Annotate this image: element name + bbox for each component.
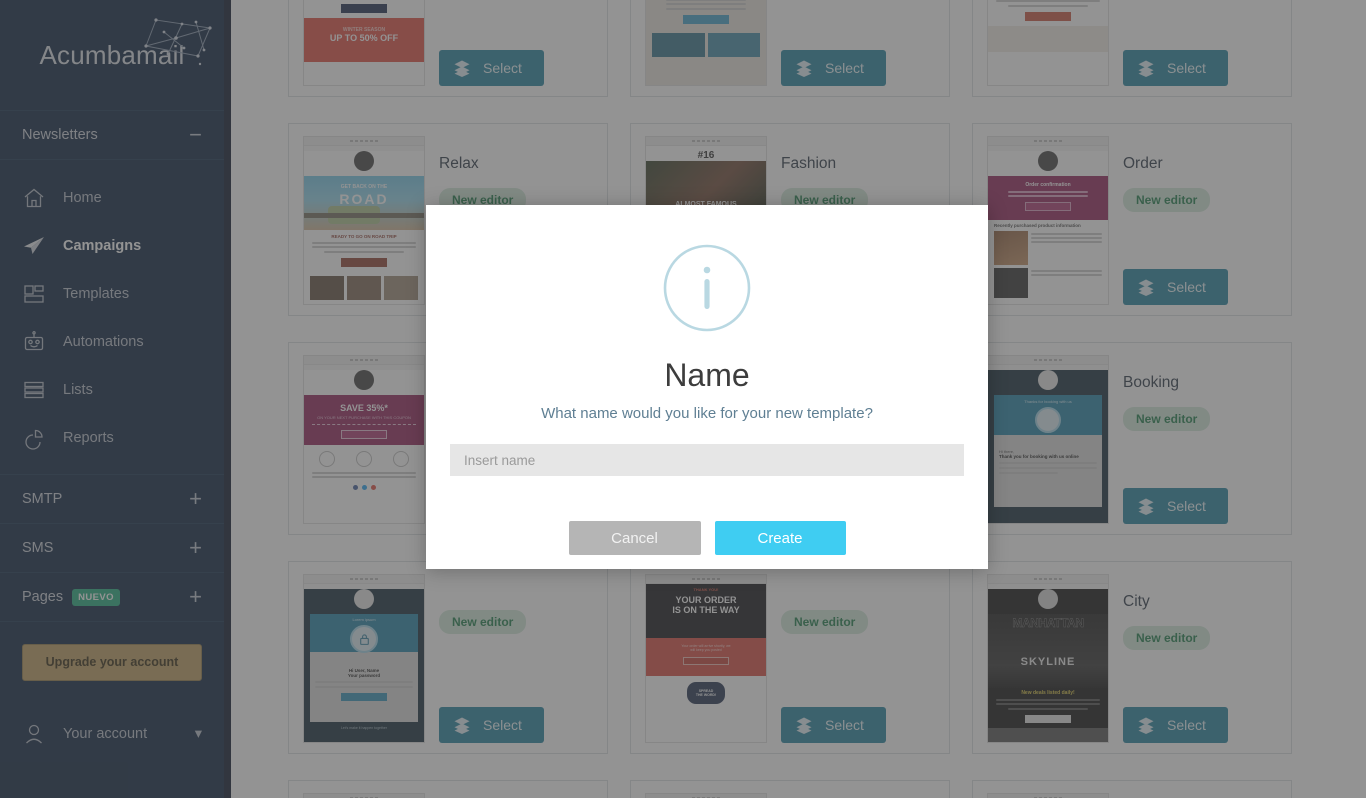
create-button[interactable]: Create <box>714 521 846 555</box>
modal-subtitle: What name would you like for your new te… <box>541 405 873 422</box>
modal-title: Name <box>664 357 750 393</box>
template-name-input[interactable] <box>450 444 964 476</box>
modal-actions: Cancel Create <box>568 521 846 555</box>
info-circle-icon <box>663 244 751 332</box>
cancel-button[interactable]: Cancel <box>568 521 701 555</box>
name-template-modal: Name What name would you like for your n… <box>426 205 988 569</box>
app-root: Acumbamail Newsletters <box>0 0 1366 798</box>
